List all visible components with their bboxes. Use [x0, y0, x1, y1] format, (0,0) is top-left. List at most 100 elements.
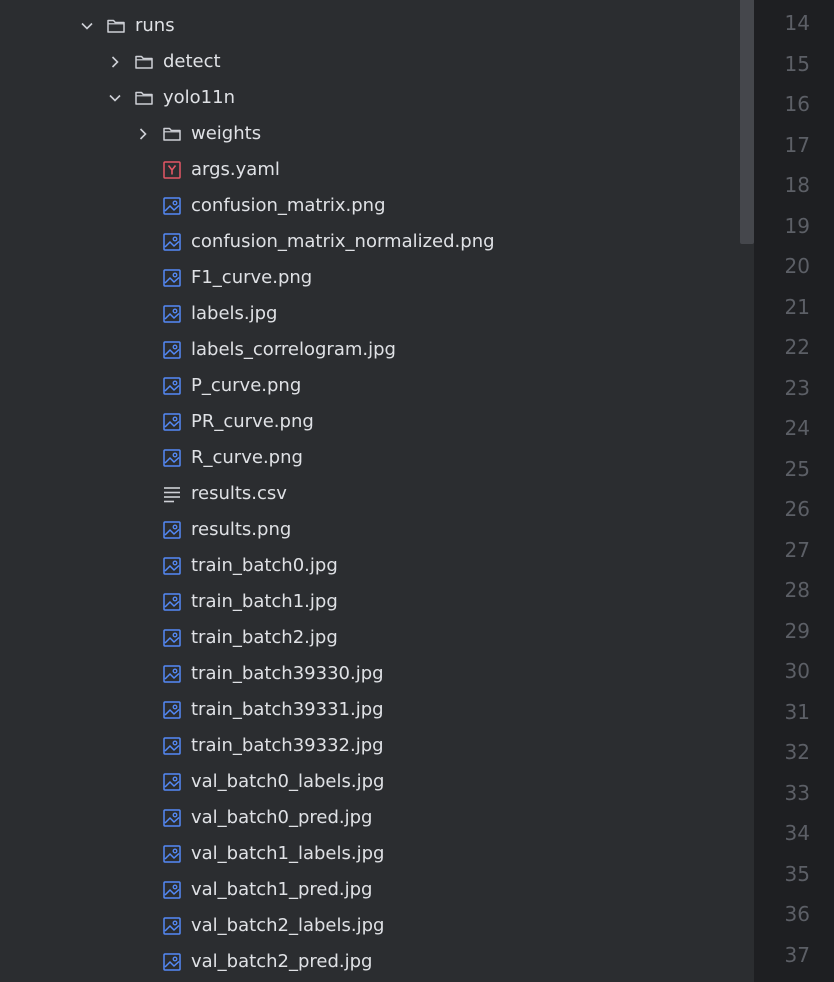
tree-item-val-batch0-labels-jpg[interactable]: val_batch0_labels.jpg [0, 764, 740, 800]
tree-item-results-png[interactable]: results.png [0, 512, 740, 548]
image-file-icon [162, 952, 182, 972]
tree-item-label: results.csv [191, 483, 287, 504]
line-number: 14 [784, 11, 810, 35]
tree-item-label: train_batch39330.jpg [191, 663, 384, 684]
tree-scrollbar[interactable] [740, 0, 754, 982]
image-file-icon [162, 376, 182, 396]
tree-item-label: detect [163, 51, 221, 72]
yaml-file-icon [162, 160, 182, 180]
tree-item-label: yolo11n [163, 87, 235, 108]
chevron-down-icon[interactable] [107, 90, 123, 106]
line-number: 33 [784, 780, 810, 805]
tree-item-label: runs [135, 15, 175, 36]
chevron-right-icon[interactable] [135, 126, 151, 142]
image-file-icon [162, 448, 182, 468]
tree-item-val-batch0-pred-jpg[interactable]: val_batch0_pred.jpg [0, 800, 740, 836]
line-number: 30 [784, 659, 810, 683]
tree-item-p-curve-png[interactable]: P_curve.png [0, 368, 740, 404]
tree-item-pr-curve-png[interactable]: PR_curve.png [0, 404, 740, 440]
image-file-icon [162, 304, 182, 324]
tree-item-label: R_curve.png [191, 447, 303, 468]
editor-gutter: 14 15 16 17 18 19 20 21 22 23 24 25 26 27 28 29 30 31 32 33… [754, 0, 834, 982]
tree-item-weights[interactable]: weights [0, 116, 740, 152]
line-number: 22 [784, 335, 810, 359]
tree-item-label: P_curve.png [191, 375, 302, 396]
tree-item-label: val_batch1_labels.jpg [191, 843, 385, 864]
tree-item-train-batch1-jpg[interactable]: train_batch1.jpg [0, 584, 740, 620]
line-number: 18 [784, 173, 810, 197]
line-number: 34 [784, 821, 810, 845]
tree-item-r-curve-png[interactable]: R_curve.png [0, 440, 740, 476]
tree-item-train-batch39332-jpg[interactable]: train_batch39332.jpg [0, 728, 740, 764]
tree-item-label: train_batch39331.jpg [191, 699, 384, 720]
image-file-icon [162, 844, 182, 864]
line-number: 16 [784, 92, 810, 116]
tree-item-train-batch39331-jpg[interactable]: train_batch39331.jpg [0, 692, 740, 728]
image-file-icon [162, 232, 182, 252]
tree-item-label: train_batch1.jpg [191, 591, 338, 612]
tree-item-label: PR_curve.png [191, 411, 314, 432]
line-number: 36 [784, 902, 810, 926]
line-number: 35 [784, 861, 810, 886]
image-file-icon [162, 556, 182, 576]
tree-item-labels-jpg[interactable]: labels.jpg [0, 296, 740, 332]
scrollbar-thumb[interactable] [740, 0, 754, 244]
tree-item-val-batch1-pred-jpg[interactable]: val_batch1_pred.jpg [0, 872, 740, 908]
tree-item-args-yaml[interactable]: args.yaml [0, 152, 740, 188]
tree-item-results-csv[interactable]: results.csv [0, 476, 740, 512]
line-number: 31 [784, 699, 810, 724]
tree-item-confusion-matrix-normalized-png[interactable]: confusion_matrix_normalized.png [0, 224, 740, 260]
image-file-icon [162, 340, 182, 360]
tree-item-f1-curve-png[interactable]: F1_curve.png [0, 260, 740, 296]
image-file-icon [162, 880, 182, 900]
tree-item-label: val_batch0_pred.jpg [191, 807, 373, 828]
image-file-icon [162, 700, 182, 720]
image-file-icon [162, 592, 182, 612]
tree-item-runs[interactable]: runs [0, 8, 740, 44]
folder-icon [134, 88, 154, 108]
tree-item-confusion-matrix-png[interactable]: confusion_matrix.png [0, 188, 740, 224]
tree-item-train-batch2-jpg[interactable]: train_batch2.jpg [0, 620, 740, 656]
line-number: 25 [784, 456, 810, 481]
chevron-right-icon[interactable] [107, 54, 123, 70]
tree-item-labels-correlogram-jpg[interactable]: labels_correlogram.jpg [0, 332, 740, 368]
image-file-icon [162, 736, 182, 756]
tree-item-yolo11n[interactable]: yolo11n [0, 80, 740, 116]
tree-item-label: train_batch2.jpg [191, 627, 338, 648]
line-number: 29 [784, 618, 810, 643]
image-file-icon [162, 916, 182, 936]
tree-item-label: F1_curve.png [191, 267, 313, 288]
tree-item-label: labels.jpg [191, 303, 278, 324]
tree-item-label: weights [191, 123, 262, 144]
line-number: 20 [784, 254, 810, 278]
tree-item-label: val_batch0_labels.jpg [191, 771, 385, 792]
chevron-down-icon[interactable] [79, 18, 95, 34]
tree-item-train-batch0-jpg[interactable]: train_batch0.jpg [0, 548, 740, 584]
tree-item-label: val_batch2_pred.jpg [191, 951, 373, 972]
tree-item-label: results.png [191, 519, 292, 540]
tree-item-label: train_batch39332.jpg [191, 735, 384, 756]
text-file-icon [162, 484, 182, 504]
folder-icon [162, 124, 182, 144]
tree-item-val-batch2-labels-jpg[interactable]: val_batch2_labels.jpg [0, 908, 740, 944]
folder-icon [106, 16, 126, 36]
tree-item-train-batch39330-jpg[interactable]: train_batch39330.jpg [0, 656, 740, 692]
tree-item-label: val_batch2_labels.jpg [191, 915, 385, 936]
tree-item-label: confusion_matrix.png [191, 195, 386, 216]
line-number: 32 [784, 740, 810, 764]
line-number: 17 [784, 132, 810, 157]
image-file-icon [162, 808, 182, 828]
line-number: 37 [784, 942, 810, 967]
image-file-icon [162, 196, 182, 216]
image-file-icon [162, 772, 182, 792]
tree-item-val-batch2-pred-jpg[interactable]: val_batch2_pred.jpg [0, 944, 740, 980]
tree-item-label: train_batch0.jpg [191, 555, 338, 576]
image-file-icon [162, 268, 182, 288]
tree-item-detect[interactable]: detect [0, 44, 740, 80]
line-number: 21 [784, 294, 810, 319]
line-number: 26 [784, 497, 810, 521]
line-number: 23 [784, 375, 810, 400]
tree-item-label: confusion_matrix_normalized.png [191, 231, 495, 252]
line-number: 19 [784, 213, 810, 238]
tree-item-val-batch1-labels-jpg[interactable]: val_batch1_labels.jpg [0, 836, 740, 872]
